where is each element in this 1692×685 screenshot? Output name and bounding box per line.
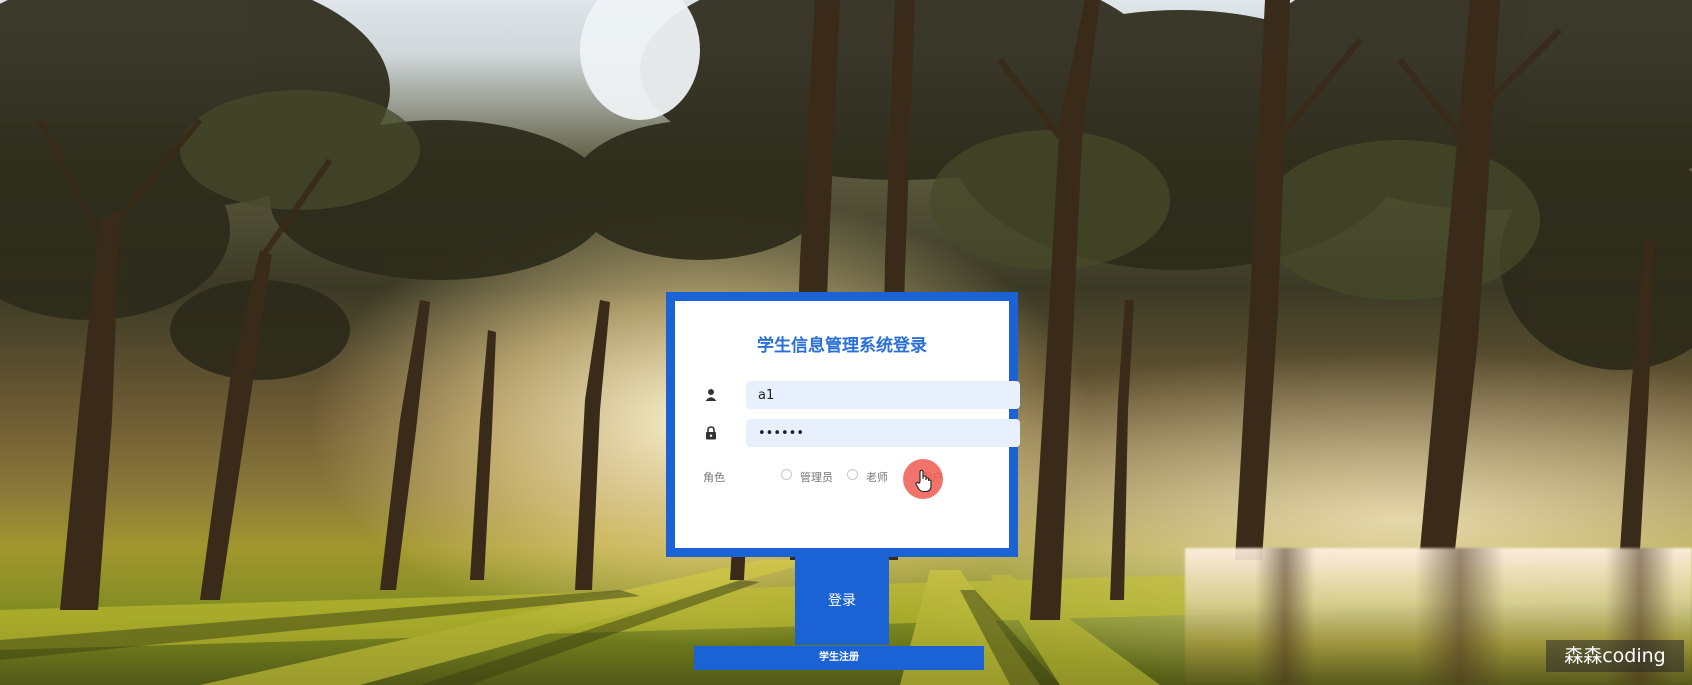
login-button[interactable]: 登录	[795, 557, 889, 645]
user-icon	[705, 387, 717, 401]
username-row	[705, 381, 1020, 409]
register-button[interactable]: 学生注册	[694, 646, 984, 670]
role-label-teacher: 老师	[866, 471, 888, 484]
password-input[interactable]	[746, 419, 1020, 447]
watermark: 森森coding	[1546, 640, 1684, 672]
blurred-trunk	[1415, 548, 1505, 685]
lock-icon	[705, 425, 717, 440]
role-radio-teacher[interactable]	[847, 469, 858, 480]
role-label-admin: 管理员	[800, 471, 833, 484]
password-row	[705, 419, 1020, 447]
blurred-trunk	[1255, 548, 1315, 685]
username-input[interactable]	[746, 381, 1020, 409]
role-radio-admin[interactable]	[781, 469, 792, 480]
login-title: 学生信息管理系统登录	[757, 336, 927, 356]
role-selector: 角色 管理员 老师 用户	[703, 466, 1003, 488]
hand-cursor-icon	[915, 469, 933, 493]
login-card: 学生信息管理系统登录 角色 管理员 老师 用户	[666, 292, 1020, 557]
role-label: 角色	[703, 471, 725, 484]
